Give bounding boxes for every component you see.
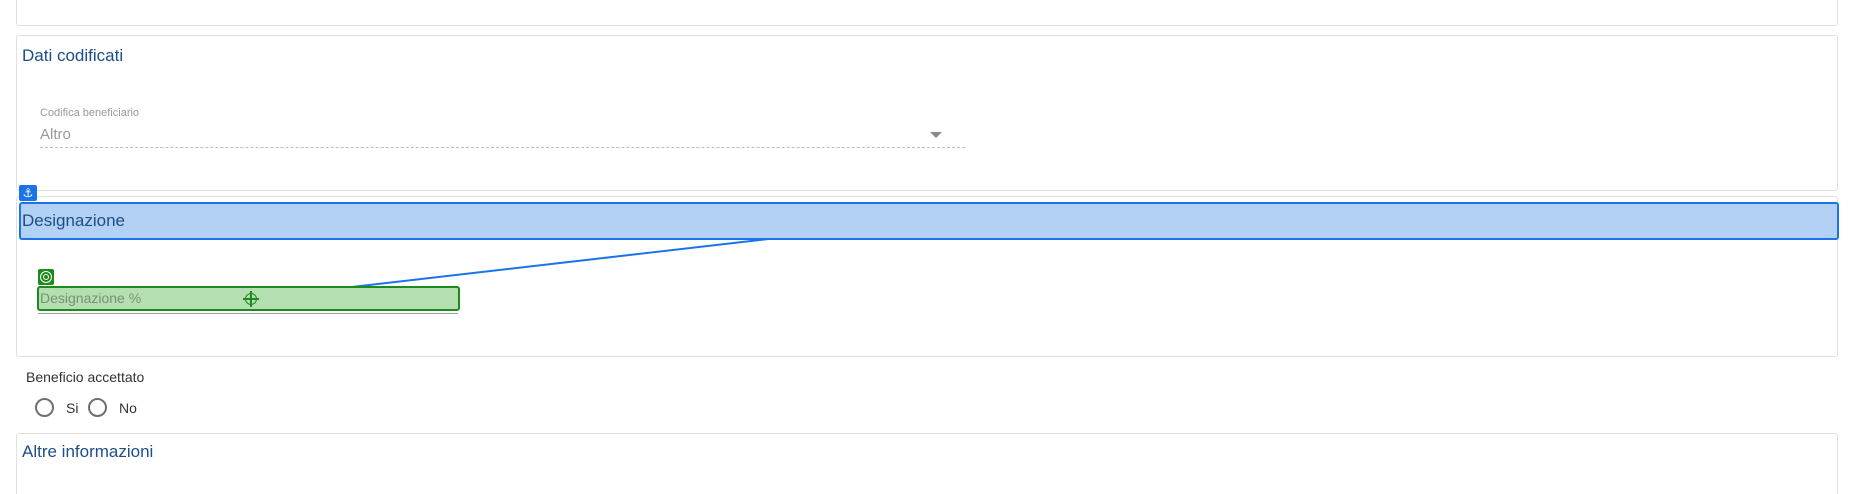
top-panel: [16, 0, 1838, 26]
designazione-title: Designazione: [22, 211, 126, 230]
altre-informazioni-title: Altre informazioni: [22, 442, 154, 461]
dati-codificati-panel: Dati codificati Codifica beneficiario Al…: [16, 35, 1838, 191]
target-icon: [38, 269, 54, 285]
radio-si-label[interactable]: Si: [66, 400, 78, 416]
designazione-percent-input[interactable]: Designazione %: [37, 286, 460, 311]
radio-si[interactable]: [35, 398, 54, 417]
radio-no[interactable]: [88, 398, 107, 417]
designazione-title-highlight: Designazione: [19, 202, 1839, 240]
altre-informazioni-panel: Altre informazioni: [16, 433, 1838, 494]
dati-codificati-title: Dati codificati: [22, 46, 124, 65]
crosshair-icon: [243, 291, 259, 307]
codifica-beneficiario-label: Codifica beneficiario: [40, 107, 140, 119]
chevron-down-icon[interactable]: [930, 132, 942, 138]
codifica-beneficiario-value: Altro: [40, 126, 71, 143]
anchor-icon: ⚓: [19, 185, 37, 201]
codifica-beneficiario-underline: [40, 147, 965, 148]
beneficio-accettato-label: Beneficio accettato: [26, 369, 145, 385]
radio-no-label[interactable]: No: [119, 400, 137, 416]
designazione-percent-underline: [38, 313, 458, 314]
designazione-percent-placeholder: Designazione %: [40, 290, 142, 306]
